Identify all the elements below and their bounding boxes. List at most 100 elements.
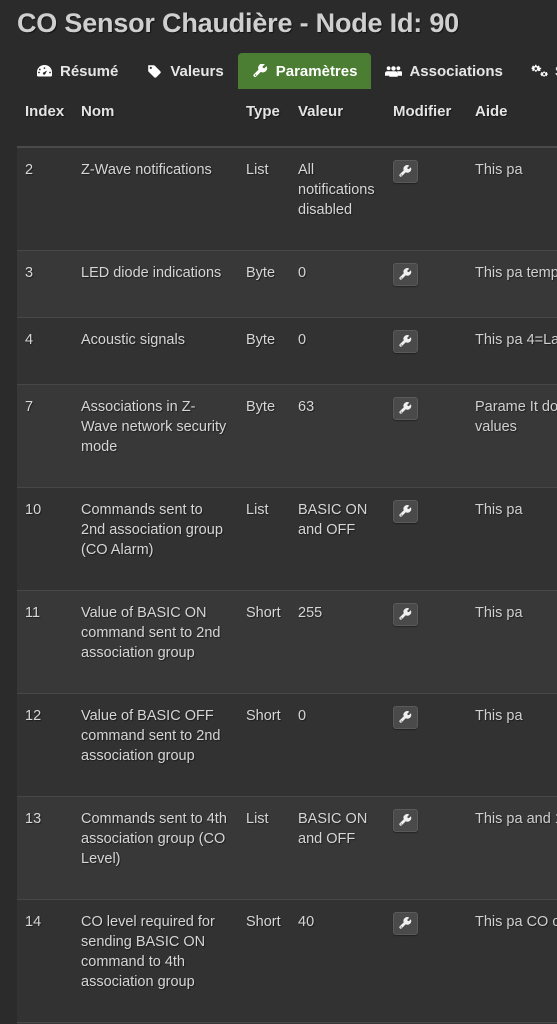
cell-modifier (385, 796, 467, 900)
cell-modifier (385, 146, 467, 251)
tab-label: Valeurs (170, 62, 224, 80)
edit-parameter-button[interactable] (393, 263, 418, 286)
aide-text: This pa (475, 708, 523, 724)
table-row: 12 Value of BASIC OFF command sent to 2nd… (17, 693, 557, 797)
cell-modifier (385, 250, 467, 318)
table-row: 11 Value of BASIC ON command sent to 2nd … (17, 590, 557, 694)
tab-label: Résumé (60, 62, 119, 80)
edit-parameter-button[interactable] (393, 330, 418, 353)
cell-type: List (238, 487, 290, 591)
edit-parameter-button[interactable] (393, 706, 418, 729)
tab-label: Paramètres (275, 62, 358, 80)
column-header-index[interactable]: Index (17, 89, 73, 148)
cell-valeur: All notifications disabled (290, 146, 385, 251)
cell-nom: CO level required for sending BASIC ON c… (73, 899, 238, 1023)
table-row: 2 Z-Wave notifications List All notificatio… (17, 146, 557, 251)
table-row: 4Acoustic signalsByte0 This pa 4=Lack Par… (17, 317, 557, 385)
aide-text: This pa CO con (475, 914, 557, 930)
aide-text: This pa (475, 502, 523, 518)
cell-index: 7 (17, 384, 73, 488)
cell-valeur: 63 (290, 384, 385, 488)
aide-text: This pa (475, 162, 523, 178)
cell-type: Byte (238, 317, 290, 385)
tab-syst[interactable]: Syst (517, 53, 557, 89)
table-body: 2 Z-Wave notifications List All notificatio… (17, 146, 557, 1024)
users-icon (385, 64, 403, 79)
table-header-row: Index Nom Type Valeur Modifier Aide (17, 89, 557, 148)
wrench-icon (399, 814, 412, 827)
cell-type: Short (238, 899, 290, 1023)
cell-modifier (385, 590, 467, 694)
column-header-type[interactable]: Type (238, 89, 290, 148)
tab-r-sum-[interactable]: Résumé (22, 53, 132, 89)
wrench-icon (399, 268, 412, 281)
cell-nom: Acoustic signals (73, 317, 238, 385)
wrench-icon (399, 711, 412, 724)
cell-nom: LED diode indications (73, 250, 238, 318)
table-head: Index Nom Type Valeur Modifier Aide (17, 89, 557, 148)
edit-parameter-button[interactable] (393, 397, 418, 420)
tab-bar: Résumé Valeurs Paramètres Associations Syst (0, 51, 557, 89)
column-header-nom[interactable]: Nom (73, 89, 238, 148)
cell-aide: This pa and 19 (467, 796, 557, 900)
aide-text: This pa temper Alarm. (475, 265, 557, 281)
table-row: 13 Commands sent to 4th association group… (17, 796, 557, 900)
tab-param-tres[interactable]: Paramètres (237, 53, 372, 89)
edit-parameter-button[interactable] (393, 603, 418, 626)
aide-text: This pa and 19 (475, 811, 557, 827)
column-header-modifier[interactable]: Modifier (385, 89, 467, 148)
cell-modifier (385, 693, 467, 797)
edit-parameter-button[interactable] (393, 160, 418, 183)
edit-parameter-button[interactable] (393, 809, 418, 832)
cell-modifier (385, 384, 467, 488)
cell-aide: This pa (467, 146, 557, 251)
gears-icon (531, 64, 548, 79)
parameters-table: Index Nom Type Valeur Modifier Aide 2 Z-W… (17, 89, 557, 1024)
wrench-icon (399, 402, 412, 415)
cell-aide: Parame It does 4 - 4th values (467, 384, 557, 488)
cell-type: List (238, 796, 290, 900)
cell-index: 14 (17, 899, 73, 1023)
parameters-table-container: Index Nom Type Valeur Modifier Aide 2 Z-W… (17, 89, 557, 1024)
cell-valeur: 0 (290, 317, 385, 385)
cell-valeur: 0 (290, 250, 385, 318)
cell-aide: This pa (467, 487, 557, 591)
cell-modifier (385, 317, 467, 385)
cell-aide: This pa (467, 693, 557, 797)
cell-index: 3 (17, 250, 73, 318)
column-header-aide[interactable]: Aide (467, 89, 557, 148)
aide-text: Parame It does 4 - 4th values (475, 399, 557, 435)
cell-valeur: 255 (290, 590, 385, 694)
cell-type: Byte (238, 250, 290, 318)
cell-index: 4 (17, 317, 73, 385)
cell-index: 12 (17, 693, 73, 797)
column-header-valeur[interactable]: Valeur (290, 89, 385, 148)
cell-index: 2 (17, 146, 73, 251)
cell-nom: Associations in Z-Wave network security … (73, 384, 238, 488)
aide-text: This pa (475, 605, 523, 621)
edit-parameter-button[interactable] (393, 912, 418, 935)
cell-aide: This pa (467, 590, 557, 694)
tab-associations[interactable]: Associations (371, 53, 516, 89)
table-row: 14 CO level required for sending BASIC ON… (17, 899, 557, 1023)
edit-parameter-button[interactable] (393, 500, 418, 523)
aide-text: This pa 4=Lack Parame (475, 332, 557, 348)
cell-type: List (238, 146, 290, 251)
tab-label: Associations (409, 62, 503, 80)
cell-nom: Value of BASIC OFF command sent to 2nd a… (73, 693, 238, 797)
page-title: CO Sensor Chaudière - Node Id: 90 (17, 8, 459, 38)
cell-index: 10 (17, 487, 73, 591)
wrench-icon (252, 64, 269, 79)
cell-index: 11 (17, 590, 73, 694)
wrench-icon (399, 505, 412, 518)
table-row: 7 Associations in Z-Wave network security… (17, 384, 557, 488)
cell-nom: Value of BASIC ON command sent to 2nd as… (73, 590, 238, 694)
wrench-icon (399, 165, 412, 178)
cell-type: Short (238, 590, 290, 694)
cell-aide: This pa temper Alarm. (467, 250, 557, 318)
tab-valeurs[interactable]: Valeurs (132, 53, 237, 89)
dashboard-icon (36, 64, 53, 79)
table-row: 3LED diode indicationsByte0 This pa tempe… (17, 250, 557, 318)
cell-valeur: 40 (290, 899, 385, 1023)
device-parameters-page: CO Sensor Chaudière - Node Id: 90 Résumé… (0, 0, 557, 1024)
